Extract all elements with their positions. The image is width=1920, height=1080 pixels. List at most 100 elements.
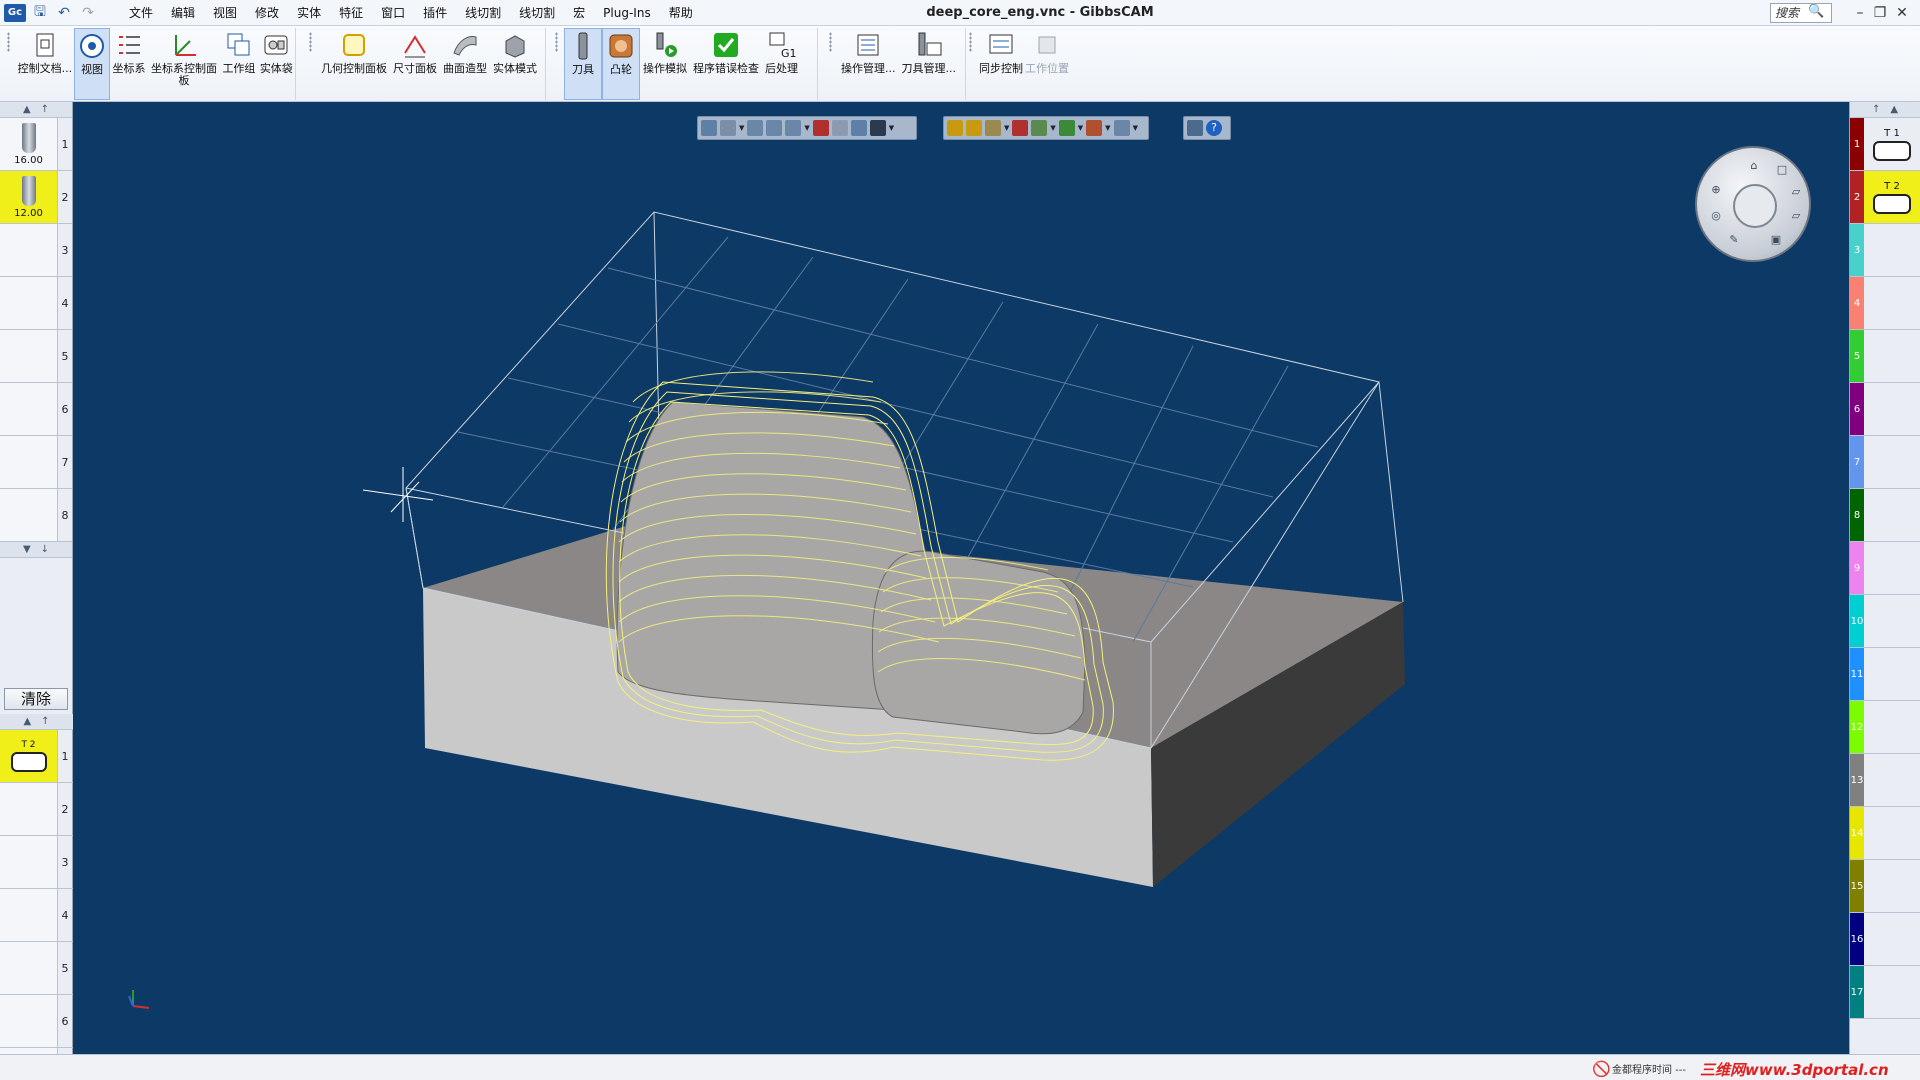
operation-slot-body[interactable] <box>0 783 58 835</box>
tool-slot[interactable]: 8 <box>0 489 72 542</box>
palette-color-swatch[interactable]: 17 <box>1850 966 1864 1018</box>
top-view-icon[interactable]: □ <box>1775 164 1789 176</box>
operation-slot-body[interactable] <box>0 995 58 1047</box>
palette-color-swatch[interactable]: 15 <box>1850 860 1864 912</box>
menu-modify[interactable]: 修改 <box>246 0 288 26</box>
tool-slot-body[interactable] <box>0 436 58 488</box>
palette-slot-body[interactable] <box>1864 277 1920 329</box>
palette-slot[interactable]: 8 <box>1850 489 1920 542</box>
work-position-button[interactable]: 工作位置 <box>1024 28 1070 100</box>
tool-slot-body[interactable] <box>0 277 58 329</box>
palette-color-swatch[interactable]: 7 <box>1850 436 1864 488</box>
operation-slot[interactable]: 3 <box>0 836 73 889</box>
palette-color-swatch[interactable]: 6 <box>1850 383 1864 435</box>
solid-mode-button[interactable]: 实体模式 <box>490 28 540 100</box>
clear-button[interactable]: 清除 <box>4 688 68 710</box>
menu-wire-edm-2[interactable]: 线切割 <box>510 0 564 26</box>
operation-simulation-button[interactable]: 操作模拟 <box>640 28 690 100</box>
model-scene[interactable] <box>73 102 1849 1054</box>
operation-slot-body[interactable]: T 2 <box>0 730 58 782</box>
palette-slot[interactable]: 7 <box>1850 436 1920 489</box>
menu-edit[interactable]: 编辑 <box>162 0 204 26</box>
palette-color-swatch[interactable]: 10 <box>1850 595 1864 647</box>
undo-icon[interactable]: ↶ <box>54 4 74 22</box>
3d-viewport[interactable]: ▼ ▼ ▼ ▼ ▼ ▼ ▼ ▼ ? ⌂ □ ▱ ▱ ▣ ✎ ◎ ⊕ <box>73 102 1849 1054</box>
post-process-button[interactable]: G1 后处理 <box>762 28 801 100</box>
palette-slot[interactable]: 5 <box>1850 330 1920 383</box>
view-button[interactable]: 视图 <box>73 28 111 100</box>
bottom-view-icon[interactable]: ▣ <box>1769 234 1783 246</box>
front-view-icon[interactable]: ▱ <box>1789 186 1803 198</box>
menu-plug-ins[interactable]: Plug-Ins <box>594 0 660 26</box>
sync-control-button[interactable]: 同步控制 <box>978 28 1024 100</box>
op-list-scroll-up[interactable]: ▲ ↑ <box>0 714 73 730</box>
palette-color-swatch[interactable]: 16 <box>1850 913 1864 965</box>
palette-slot-body[interactable] <box>1864 330 1920 382</box>
workgroup-button[interactable]: 工作组 <box>220 28 257 100</box>
palette-color-swatch[interactable]: 1 <box>1850 118 1864 170</box>
cam-button[interactable]: 凸轮 <box>602 28 640 100</box>
home-view-icon[interactable]: ⌂ <box>1747 160 1761 172</box>
cs-control-panel-button[interactable]: 坐标系控制面板 <box>148 28 221 100</box>
palette-slot[interactable]: 2 T 2 <box>1850 171 1920 224</box>
tool-slot[interactable]: 6 <box>0 383 72 436</box>
operation-manager-button[interactable]: 操作管理... <box>838 28 899 100</box>
menu-wire-edm-1[interactable]: 线切割 <box>456 0 510 26</box>
tool-slot-body[interactable]: 12.00 <box>0 171 58 223</box>
tool-slot-body[interactable] <box>0 330 58 382</box>
palette-slot-body[interactable] <box>1864 542 1920 594</box>
close-button[interactable]: ✕ <box>1882 0 1920 26</box>
palette-slot[interactable]: 14 <box>1850 807 1920 860</box>
tool-button[interactable]: 刀具 <box>564 28 602 100</box>
menu-feature[interactable]: 特征 <box>330 0 372 26</box>
view-navigation-wheel[interactable]: ⌂ □ ▱ ▱ ▣ ✎ ◎ ⊕ <box>1695 146 1811 262</box>
tool-list-scroll-up[interactable]: ▲ ↑ <box>0 102 72 118</box>
tool-slot-body[interactable] <box>0 489 58 541</box>
operation-slot[interactable]: 4 <box>0 889 73 942</box>
palette-color-swatch[interactable]: 9 <box>1850 542 1864 594</box>
palette-slot-body[interactable] <box>1864 701 1920 753</box>
orbit-eye-icon[interactable]: ◎ <box>1709 210 1723 222</box>
program-error-check-button[interactable]: 程序错误检查 <box>690 28 762 100</box>
palette-slot-body[interactable]: T 1 <box>1864 118 1920 170</box>
menu-plugins-cn[interactable]: 插件 <box>414 0 456 26</box>
palette-slot[interactable]: 6 <box>1850 383 1920 436</box>
palette-scroll-up[interactable]: ↑ ▲ <box>1850 102 1920 118</box>
dimension-panel-button[interactable]: 尺寸面板 <box>390 28 440 100</box>
palette-slot-body[interactable] <box>1864 595 1920 647</box>
palette-slot-body[interactable] <box>1864 860 1920 912</box>
surface-modeling-button[interactable]: 曲面造型 <box>440 28 490 100</box>
palette-slot[interactable]: 12 <box>1850 701 1920 754</box>
palette-slot[interactable]: 13 <box>1850 754 1920 807</box>
operation-slot[interactable]: 6 <box>0 995 73 1048</box>
palette-color-swatch[interactable]: 2 <box>1850 171 1864 223</box>
palette-slot-body[interactable] <box>1864 436 1920 488</box>
palette-slot-body[interactable] <box>1864 966 1920 1018</box>
operation-slot-body[interactable] <box>0 889 58 941</box>
tool-slot[interactable]: 3 <box>0 224 72 277</box>
app-logo[interactable]: Gc <box>4 3 26 22</box>
palette-slot-body[interactable] <box>1864 648 1920 700</box>
palette-slot[interactable]: 16 <box>1850 913 1920 966</box>
palette-color-swatch[interactable]: 13 <box>1850 754 1864 806</box>
palette-slot[interactable]: 3 <box>1850 224 1920 277</box>
tool-slot[interactable]: 7 <box>0 436 72 489</box>
palette-color-swatch[interactable]: 14 <box>1850 807 1864 859</box>
coordinate-system-button[interactable]: 坐标系 <box>110 28 147 100</box>
menu-help[interactable]: 帮助 <box>660 0 702 26</box>
palette-color-swatch[interactable]: 12 <box>1850 701 1864 753</box>
menu-solid[interactable]: 实体 <box>288 0 330 26</box>
geometry-panel-button[interactable]: 几何控制面板 <box>318 28 390 100</box>
tool-slot-body[interactable] <box>0 224 58 276</box>
operation-slot[interactable]: 5 <box>0 942 73 995</box>
palette-slot-body[interactable] <box>1864 913 1920 965</box>
tool-slot-body[interactable]: 16.00 <box>0 118 58 170</box>
palette-slot-body[interactable] <box>1864 754 1920 806</box>
palette-color-swatch[interactable]: 4 <box>1850 277 1864 329</box>
palette-slot-body[interactable] <box>1864 224 1920 276</box>
palette-slot-body[interactable] <box>1864 807 1920 859</box>
menu-window[interactable]: 窗口 <box>372 0 414 26</box>
palette-slot[interactable]: 15 <box>1850 860 1920 913</box>
menu-file[interactable]: 文件 <box>120 0 162 26</box>
menu-view[interactable]: 视图 <box>204 0 246 26</box>
